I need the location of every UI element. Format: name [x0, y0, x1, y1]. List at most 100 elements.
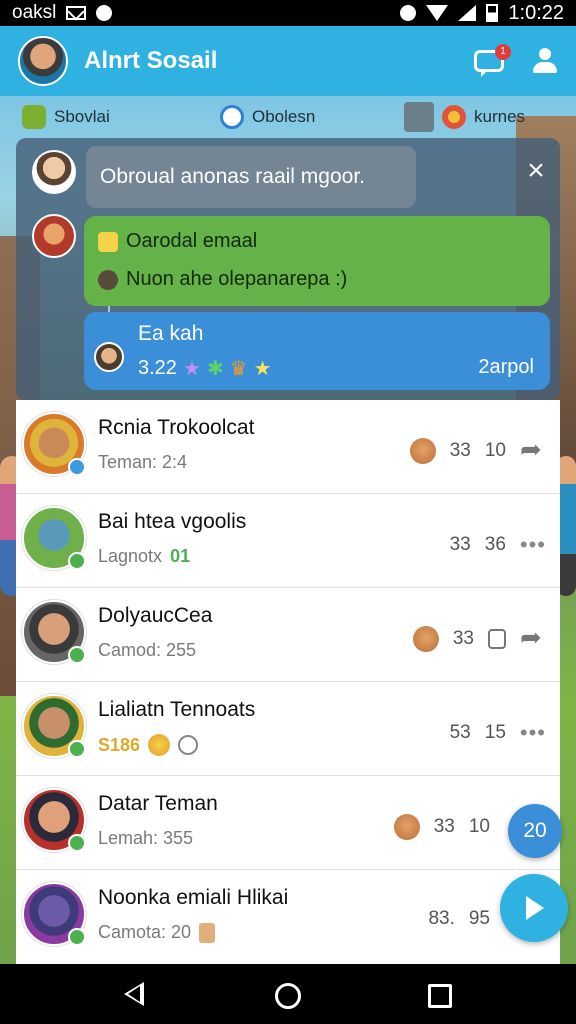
hat-icon [98, 269, 118, 290]
count-b: 15 [484, 722, 506, 743]
app-bar: Alnrt Sosail 1 [0, 26, 576, 96]
count-b: 10 [468, 816, 490, 837]
home-icon[interactable] [275, 983, 301, 1009]
count-a: 53 [449, 722, 471, 743]
recent-apps-icon[interactable] [428, 984, 452, 1008]
reply-avatar[interactable] [32, 214, 76, 258]
blue-right-text: 2arpol [478, 356, 534, 378]
status-bar: oaksl 1:0:22 [0, 0, 576, 26]
contact-subtitle: Teman: 2:4 [98, 452, 188, 472]
contact-subtitle: Camota: 20 [98, 922, 192, 942]
tab-label: Obolesn [252, 107, 316, 126]
alarm-icon [400, 5, 417, 21]
emoji-icon [393, 814, 420, 840]
document-icon [488, 629, 506, 649]
tab-obolesn[interactable]: Obolesn [220, 105, 315, 129]
count-a: 33 [433, 816, 455, 837]
list-item[interactable]: Rcnia Trokoolcat Teman: 2:4 33 10 [16, 400, 560, 494]
more-icon[interactable]: ••• [520, 720, 546, 746]
clover-icon [22, 105, 46, 129]
star-icon: ★ [182, 358, 201, 380]
green-line-2: Nuon ahe olepanarepa :) [126, 268, 348, 290]
blue-message-bubble[interactable]: Ea kah 3.22 ★ ✱ ♛ ★ 2arpol [84, 312, 550, 390]
verified-icon [68, 458, 86, 476]
navigation-bar [0, 964, 576, 1024]
list-item[interactable]: Lialiatn Tennoats S186 53 15 ••• [16, 682, 560, 776]
contact-name: Datar Teman [98, 792, 218, 815]
contact-list: Rcnia Trokoolcat Teman: 2:4 33 10 Bai ht… [16, 400, 560, 964]
count-b: 95 [468, 908, 490, 929]
signal-icon [458, 5, 477, 21]
clock-icon [178, 735, 199, 755]
contact-subtitle-row: S186 [98, 734, 199, 756]
contact-name: Lialiatn Tennoats [98, 698, 256, 721]
tab-label: kurnes [474, 107, 526, 126]
sparkle-icon: ✱ [206, 358, 224, 380]
send-button[interactable] [500, 874, 568, 942]
contact-subtitle: S186 [98, 734, 141, 755]
green-line-1: Oarodal emaal [126, 230, 258, 252]
contact-name: Rcnia Trokoolcat [98, 416, 255, 439]
list-item[interactable]: Bai htea vgoolis Lagnotx 01 33 36 ••• [16, 494, 560, 588]
scroll-icon [199, 922, 216, 943]
list-item[interactable]: Noonka emiali Hlikai Camota: 20 83. 95 [16, 870, 560, 964]
close-icon[interactable]: × [522, 156, 550, 186]
online-icon [68, 740, 86, 758]
battery-icon [486, 4, 499, 22]
green-message-bubble[interactable]: Oarodal emaal Nuon ahe olepanarepa :) [84, 216, 550, 306]
list-item[interactable]: Datar Teman Lemah: 355 33 10 [16, 776, 560, 870]
app-title: Alnrt Sosail [84, 47, 218, 74]
message-prompt[interactable]: Obroual anonas raail mgoor. [86, 146, 416, 208]
list-item[interactable]: DolyaucCea Camod: 255 33 [16, 588, 560, 682]
more-icon[interactable]: ••• [520, 532, 546, 558]
tab-label: Sbovlai [54, 107, 110, 126]
chat-notification-panel: Obroual anonas raail mgoor. × Oarodal em… [16, 138, 560, 400]
blue-name: Ea kah [138, 322, 204, 345]
tab-row: Sbovlai Obolesn kurnes [0, 96, 576, 138]
tab-sbovlai[interactable]: Sbovlai [22, 105, 110, 129]
share-icon[interactable] [520, 435, 546, 465]
tab-kurnes[interactable]: kurnes [404, 102, 525, 132]
online-icon [68, 646, 86, 664]
subtitle-extra: 01 [170, 546, 191, 566]
sender-avatar[interactable] [32, 150, 76, 194]
contact-subtitle: Camod: 255 [98, 640, 197, 660]
emoji-icon [409, 438, 436, 464]
notification-icon [96, 5, 113, 21]
mail-icon [66, 6, 87, 20]
user-icon[interactable] [532, 48, 558, 74]
unread-count-button[interactable]: 20 [508, 804, 562, 858]
share-icon[interactable] [520, 623, 546, 653]
count-a: 33 [449, 534, 471, 555]
count-a: 83. [428, 908, 455, 929]
emoji-icon [148, 734, 171, 756]
online-icon [68, 834, 86, 852]
count-b: 10 [484, 440, 506, 461]
emoji-icon [412, 626, 439, 652]
contact-subtitle: Lagnotx [98, 546, 163, 566]
star-icon: ★ [253, 358, 272, 380]
sticker-icon [98, 231, 118, 252]
count-a: 33 [449, 440, 471, 461]
blue-avatar [94, 342, 124, 372]
chat-icon[interactable]: 1 [474, 44, 511, 77]
online-icon [68, 928, 86, 946]
flower-icon [442, 105, 466, 129]
contact-subtitle: Lemah: 355 [98, 828, 194, 848]
profile-avatar[interactable] [18, 36, 68, 86]
notification-badge: 1 [495, 44, 511, 60]
wifi-icon [426, 5, 449, 21]
crown-icon: ♛ [229, 358, 248, 380]
count-b: 36 [484, 534, 506, 555]
contact-name: Noonka emiali Hlikai [98, 886, 289, 909]
online-icon [68, 552, 86, 570]
swirl-icon [220, 105, 244, 129]
contact-subtitle-row: Camota: 20 [98, 922, 216, 943]
back-icon[interactable] [124, 982, 144, 1006]
status-time: 1:0:22 [508, 1, 564, 24]
contact-subtitle-row: Lagnotx 01 [98, 546, 190, 567]
contact-name: Bai htea vgoolis [98, 510, 247, 533]
contact-name: DolyaucCea [98, 604, 213, 627]
blue-time: 3.22 [138, 357, 177, 379]
status-carrier-text: oaksl [12, 2, 57, 23]
